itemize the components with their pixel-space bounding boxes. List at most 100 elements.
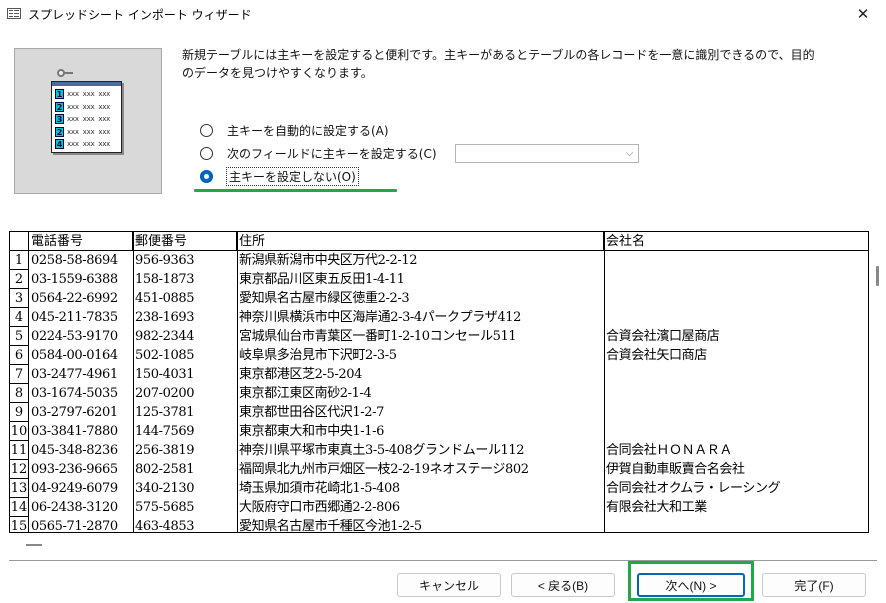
row-selector[interactable]: 11 — [10, 441, 29, 460]
row-selector[interactable]: 1 — [10, 251, 29, 270]
cell-company[interactable] — [604, 517, 868, 532]
cell-address[interactable]: 東京都江東区南砂2-1-4 — [237, 384, 604, 403]
vertical-scrollbar[interactable] — [876, 266, 879, 286]
cell-company[interactable]: 合資会社濱口屋商店 — [604, 327, 868, 346]
cell-zip[interactable]: 956-9363 — [133, 251, 237, 270]
cell-address[interactable]: 東京都港区芝2-5-204 — [237, 365, 604, 384]
table-row[interactable]: 5 0224-53-9170 982-2344 宮城県仙台市青葉区一番町1-2-10コ… — [10, 327, 868, 346]
table-row[interactable]: 1 0258-58-8694 956-9363 新潟県新潟市中央区万代2-2-12 — [10, 251, 868, 270]
cell-company[interactable]: 合同会社オクムラ・レーシング — [604, 479, 868, 498]
cell-address[interactable]: 東京都東大和市中央1-1-6 — [237, 422, 604, 441]
cell-phone[interactable]: 03-1559-6388 — [29, 270, 133, 289]
row-selector[interactable]: 5 — [10, 327, 29, 346]
row-selector[interactable]: 14 — [10, 498, 29, 517]
cell-zip[interactable]: 238-1693 — [133, 308, 237, 327]
close-button[interactable]: ✕ — [840, 0, 886, 28]
column-header-zip[interactable]: 郵便番号 — [133, 232, 237, 251]
cell-zip[interactable]: 463-4853 — [133, 517, 237, 532]
column-header-phone[interactable]: 電話番号 — [29, 232, 133, 251]
table-row[interactable]: 15 0565-71-2870 463-4853 愛知県名古屋市千種区今池1-2-5 — [10, 517, 868, 532]
cell-address[interactable]: 岐阜県多治見市下沢町2-3-5 — [237, 346, 604, 365]
cell-address[interactable]: 埼玉県加須市花崎北1-5-408 — [237, 479, 604, 498]
cell-company[interactable] — [604, 365, 868, 384]
cell-zip[interactable]: 502-1085 — [133, 346, 237, 365]
data-preview-grid[interactable]: 電話番号 郵便番号 住所 会社名 1 0258-58-8694 956-9363 新潟… — [9, 231, 869, 533]
cell-address[interactable]: 神奈川県横浜市中区海岸通2-3-4パークプラザ412 — [237, 308, 604, 327]
radio-no-key[interactable] — [200, 169, 213, 183]
row-selector[interactable]: 2 — [10, 270, 29, 289]
cell-company[interactable] — [604, 289, 868, 308]
cell-zip[interactable]: 340-2130 — [133, 479, 237, 498]
table-row[interactable]: 14 06-2438-3120 575-5685 大阪府守口市西郷通2-2-806 有限… — [10, 498, 868, 517]
table-row[interactable]: 6 0584-00-0164 502-1085 岐阜県多治見市下沢町2-3-5 合資会社… — [10, 346, 868, 365]
cell-phone[interactable]: 0564-22-6992 — [29, 289, 133, 308]
cell-phone[interactable]: 03-2477-4961 — [29, 365, 133, 384]
cancel-button[interactable]: キャンセル — [397, 573, 501, 597]
cell-zip[interactable]: 207-0200 — [133, 384, 237, 403]
cell-address[interactable]: 東京都品川区東五反田1-4-11 — [237, 270, 604, 289]
row-selector[interactable]: 9 — [10, 403, 29, 422]
cell-company[interactable]: 有限会社大和工業 — [604, 498, 868, 517]
cell-address[interactable]: 愛知県名古屋市緑区徳重2-2-3 — [237, 289, 604, 308]
cell-phone[interactable]: 0258-58-8694 — [29, 251, 133, 270]
cell-company[interactable] — [604, 308, 868, 327]
cell-address[interactable]: 新潟県新潟市中央区万代2-2-12 — [237, 251, 604, 270]
cell-address[interactable]: 東京都世田谷区代沢1-2-7 — [237, 403, 604, 422]
back-button[interactable]: < 戻る(B) — [511, 573, 615, 597]
cell-phone[interactable]: 0224-53-9170 — [29, 327, 133, 346]
cell-phone[interactable]: 093-236-9665 — [29, 460, 133, 479]
cell-company[interactable] — [604, 384, 868, 403]
row-selector[interactable]: 6 — [10, 346, 29, 365]
cell-zip[interactable]: 802-2581 — [133, 460, 237, 479]
cell-phone[interactable]: 03-1674-5035 — [29, 384, 133, 403]
column-header-address[interactable]: 住所 — [237, 232, 604, 251]
cell-zip[interactable]: 982-2344 — [133, 327, 237, 346]
cell-address[interactable]: 宮城県仙台市青葉区一番町1-2-10コンセール511 — [237, 327, 604, 346]
table-row[interactable]: 11 045-348-8236 256-3819 神奈川県平塚市東真土3-5-408グ… — [10, 441, 868, 460]
cell-company[interactable]: 合同会社ＨＯＮＡＲＡ — [604, 441, 868, 460]
option-no-key[interactable]: 主キーを設定しない(O) — [200, 166, 359, 186]
row-selector[interactable]: 4 — [10, 308, 29, 327]
cell-company[interactable] — [604, 251, 868, 270]
row-selector[interactable]: 7 — [10, 365, 29, 384]
cell-company[interactable] — [604, 422, 868, 441]
radio-choose-key[interactable] — [200, 146, 213, 160]
cell-address[interactable]: 大阪府守口市西郷通2-2-806 — [237, 498, 604, 517]
cell-zip[interactable]: 125-3781 — [133, 403, 237, 422]
row-selector[interactable]: 8 — [10, 384, 29, 403]
radio-auto-key[interactable] — [200, 123, 213, 137]
row-selector[interactable]: 15 — [10, 517, 29, 532]
option-auto-key[interactable]: 主キーを自動的に設定する(A) — [200, 121, 389, 139]
row-selector[interactable]: 12 — [10, 460, 29, 479]
cell-phone[interactable]: 0584-00-0164 — [29, 346, 133, 365]
cell-phone[interactable]: 0565-71-2870 — [29, 517, 133, 532]
table-row[interactable]: 4 045-211-7835 238-1693 神奈川県横浜市中区海岸通2-3-4パー… — [10, 308, 868, 327]
option-choose-key[interactable]: 次のフィールドに主キーを設定する(C) — [200, 144, 437, 162]
column-header-company[interactable]: 会社名 — [604, 232, 868, 251]
row-selector[interactable]: 3 — [10, 289, 29, 308]
cell-phone[interactable]: 04-9249-6079 — [29, 479, 133, 498]
cell-phone[interactable]: 03-2797-6201 — [29, 403, 133, 422]
cell-company[interactable] — [604, 403, 868, 422]
cell-phone[interactable]: 03-3841-7880 — [29, 422, 133, 441]
table-row[interactable]: 2 03-1559-6388 158-1873 東京都品川区東五反田1-4-11 — [10, 270, 868, 289]
key-field-dropdown[interactable]: ⌵ — [455, 144, 639, 163]
table-row[interactable]: 13 04-9249-6079 340-2130 埼玉県加須市花崎北1-5-408 合同… — [10, 479, 868, 498]
cell-address[interactable]: 神奈川県平塚市東真土3-5-408グランドムール112 — [237, 441, 604, 460]
cell-phone[interactable]: 06-2438-3120 — [29, 498, 133, 517]
cell-phone[interactable]: 045-211-7835 — [29, 308, 133, 327]
horizontal-scrollbar[interactable] — [26, 544, 42, 546]
cell-zip[interactable]: 451-0885 — [133, 289, 237, 308]
cell-zip[interactable]: 150-4031 — [133, 365, 237, 384]
cell-address[interactable]: 福岡県北九州市戸畑区一枝2-2-19ネオステージ802 — [237, 460, 604, 479]
cell-phone[interactable]: 045-348-8236 — [29, 441, 133, 460]
cell-zip[interactable]: 575-5685 — [133, 498, 237, 517]
table-row[interactable]: 7 03-2477-4961 150-4031 東京都港区芝2-5-204 — [10, 365, 868, 384]
cell-address[interactable]: 愛知県名古屋市千種区今池1-2-5 — [237, 517, 604, 532]
cell-company[interactable]: 合資会社矢口商店 — [604, 346, 868, 365]
table-row[interactable]: 3 0564-22-6992 451-0885 愛知県名古屋市緑区徳重2-2-3 — [10, 289, 868, 308]
cell-zip[interactable]: 144-7569 — [133, 422, 237, 441]
row-selector[interactable]: 10 — [10, 422, 29, 441]
chevron-down-icon[interactable]: ⌵ — [621, 145, 638, 162]
cell-zip[interactable]: 256-3819 — [133, 441, 237, 460]
